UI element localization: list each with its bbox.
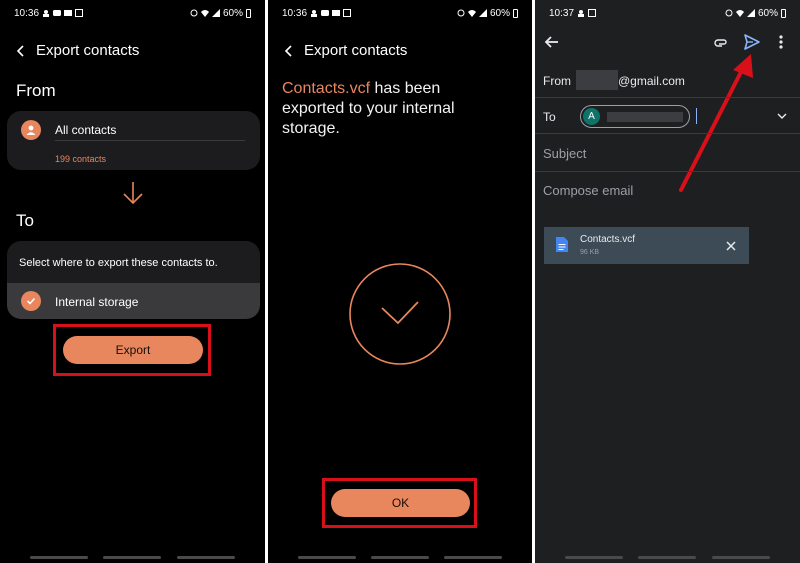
nav-bar	[268, 556, 532, 559]
alarm-icon	[190, 9, 198, 17]
export-success-message: Contacts.vcf has been exported to your i…	[282, 79, 482, 139]
notification-icon	[43, 10, 50, 17]
internal-storage-option[interactable]: Internal storage	[7, 283, 260, 319]
battery-icon	[246, 8, 251, 18]
youtube-icon	[53, 10, 62, 16]
signal-icon	[211, 9, 220, 17]
text-cursor	[696, 108, 697, 124]
destination-card: Select where to export these contacts to…	[7, 241, 260, 319]
signal-icon	[746, 9, 755, 17]
header: Export contacts	[284, 42, 407, 59]
compose-body[interactable]: Compose email	[543, 183, 633, 198]
send-icon[interactable]	[743, 33, 761, 51]
status-bar: 10:37 60%	[549, 5, 786, 21]
notification-icon	[311, 10, 318, 17]
wifi-icon	[467, 10, 476, 17]
from-row[interactable]: From @gmail.com	[535, 62, 800, 98]
image-icon	[588, 9, 597, 17]
checkbox-checked-icon[interactable]	[21, 291, 41, 311]
chevron-down-icon[interactable]	[777, 112, 787, 120]
signal-icon	[478, 9, 487, 17]
status-bar: 10:36 60%	[14, 5, 251, 21]
battery-icon	[781, 8, 786, 18]
header: Export contacts	[16, 42, 139, 59]
internal-storage-label: Internal storage	[55, 295, 139, 309]
close-icon[interactable]	[726, 241, 736, 251]
export-button[interactable]: Export	[63, 336, 203, 364]
export-contacts-screen: 10:36 60% Export contacts From All conta…	[0, 0, 265, 563]
nav-bar	[535, 556, 800, 559]
attachment-size: 96 KB	[580, 249, 600, 256]
to-label: To	[16, 211, 34, 230]
to-label: To	[543, 110, 556, 124]
contact-count: 199 contacts	[55, 154, 107, 164]
ok-button[interactable]: OK	[331, 489, 470, 517]
back-arrow-icon[interactable]	[16, 44, 26, 57]
contacts-avatar-icon	[21, 120, 41, 140]
battery-percent: 60%	[489, 7, 510, 19]
nav-bar	[0, 556, 265, 559]
status-time: 10:36	[282, 7, 308, 19]
status-time: 10:37	[549, 7, 575, 19]
gmail-compose-screen: 10:37 60% From @gmail.com To A Subject C…	[535, 0, 800, 563]
battery-icon	[513, 8, 518, 18]
from-label: From	[543, 74, 571, 88]
attachment-name: Contacts.vcf	[580, 234, 636, 245]
file-name: Contacts.vcf	[282, 80, 371, 97]
attachment-card[interactable]: Contacts.vcf 96 KB	[544, 227, 749, 264]
divider	[55, 140, 245, 141]
youtube-icon	[321, 10, 330, 16]
alarm-icon	[457, 9, 465, 17]
redacted-recipient	[607, 112, 683, 122]
wifi-icon	[735, 10, 744, 17]
image-icon	[343, 9, 352, 17]
to-row[interactable]: To A	[535, 98, 800, 134]
more-options-icon[interactable]	[778, 34, 784, 50]
from-label: From	[16, 81, 56, 100]
battery-percent: 60%	[757, 7, 778, 19]
status-bar: 10:36 60%	[282, 5, 518, 21]
success-check-icon	[349, 263, 451, 365]
export-success-screen: 10:36 60% Export contacts Contacts.vcf h…	[268, 0, 532, 563]
destination-prompt: Select where to export these contacts to…	[19, 257, 218, 269]
document-icon	[556, 237, 568, 252]
page-title: Export contacts	[36, 42, 140, 59]
subject-placeholder: Subject	[543, 146, 587, 161]
battery-percent: 60%	[222, 7, 243, 19]
notification-icon	[578, 10, 585, 17]
recipient-avatar: A	[583, 108, 600, 125]
mail-icon	[64, 10, 73, 16]
wifi-icon	[200, 10, 209, 17]
arrow-down-icon	[123, 182, 143, 205]
source-card[interactable]: All contacts 199 contacts	[7, 111, 260, 170]
back-arrow-icon[interactable]	[284, 44, 294, 57]
image-icon	[75, 9, 84, 17]
back-arrow-icon[interactable]	[544, 34, 560, 50]
from-email-domain: @gmail.com	[618, 74, 685, 88]
page-title: Export contacts	[304, 42, 408, 59]
subject-field[interactable]: Subject	[535, 134, 800, 172]
attach-icon[interactable]	[713, 34, 729, 50]
mail-icon	[332, 10, 341, 16]
alarm-icon	[725, 9, 733, 17]
redacted-email	[576, 70, 618, 90]
source-name: All contacts	[55, 123, 117, 137]
status-time: 10:36	[14, 7, 40, 19]
recipient-chip[interactable]: A	[580, 105, 690, 128]
